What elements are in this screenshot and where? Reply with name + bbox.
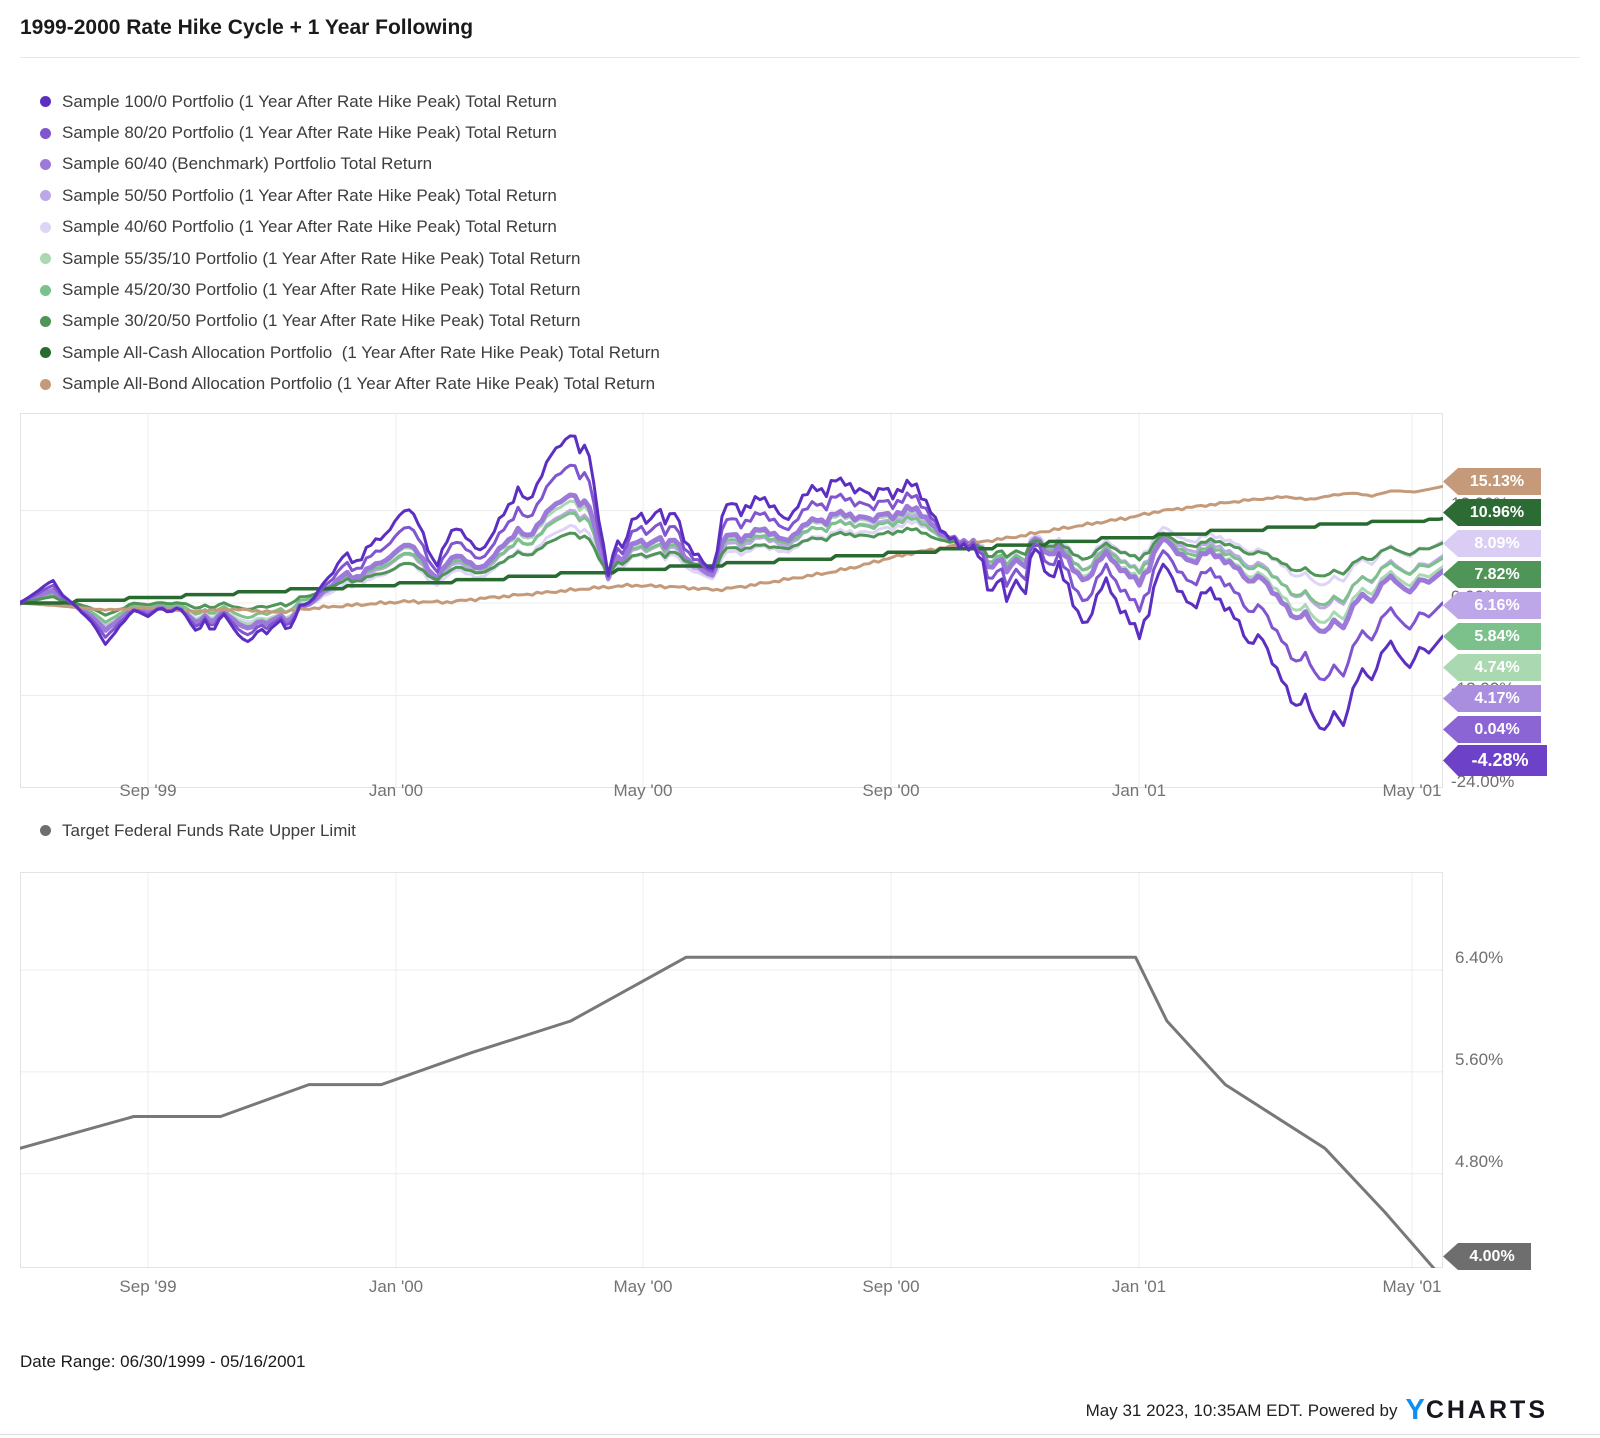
legend-dot-icon [40,190,51,202]
legend-dot-icon [40,253,51,265]
value-flag: 4.17% [1443,685,1541,712]
x-tick-label: Sep '00 [862,1277,920,1296]
legend-item-4[interactable]: Sample 40/60 Portfolio (1 Year After Rat… [40,212,660,243]
x-tick-label: Jan '00 [368,1277,424,1296]
value-flag: 7.82% [1443,561,1541,588]
value-flag: 4.74% [1443,654,1541,681]
value-flag: 8.09% [1443,530,1541,557]
value-flag: -4.28% [1443,745,1547,776]
y-tick-label: 5.60% [1455,1050,1504,1069]
legend-item-label: Sample 60/40 (Benchmark) Portfolio Total… [62,154,433,174]
x-tick-label: Jan '01 [1111,781,1167,800]
value-flag: 6.16% [1443,592,1541,619]
x-tick-label: May '01 [1382,781,1442,800]
legend-dot-icon [40,825,51,837]
legend-item-5[interactable]: Sample 55/35/10 Portfolio (1 Year After … [40,243,660,274]
legend-item-label: Sample 30/20/50 Portfolio (1 Year After … [62,311,581,331]
x-tick-label: Sep '99 [119,781,177,800]
legend-item-label: Sample 50/50 Portfolio (1 Year After Rat… [62,185,557,205]
legend-dot-icon [40,284,51,296]
value-flag: 10.96% [1443,499,1541,526]
value-flag: 15.13% [1443,468,1541,495]
page-title: 1999-2000 Rate Hike Cycle + 1 Year Follo… [20,16,474,39]
portfolio-returns-chart[interactable] [20,413,1443,788]
legend-dot-icon [40,158,51,170]
legend-dot-icon [40,378,51,390]
title-divider [20,57,1580,58]
legend-dot-icon [40,347,51,359]
legend-item-label: Sample All-Cash Allocation Portfolio (1 … [62,342,660,362]
ycharts-logo-y: Y [1405,1394,1425,1426]
legend-item-9[interactable]: Sample All-Bond Allocation Portfolio (1 … [40,369,660,400]
x-tick-label: Sep '99 [119,1277,177,1296]
legend-item-3[interactable]: Sample 50/50 Portfolio (1 Year After Rat… [40,180,660,211]
x-tick-label: Jan '00 [368,781,424,800]
x-tick-label: May '01 [1382,1277,1442,1296]
portfolio-legend: Sample 100/0 Portfolio (1 Year After Rat… [40,86,660,400]
legend-item-0[interactable]: Sample 100/0 Portfolio (1 Year After Rat… [40,86,660,117]
legend-dot-icon [40,221,51,233]
date-range-label: Date Range: 06/30/1999 - 05/16/2001 [20,1352,306,1371]
legend-item-6[interactable]: Sample 45/20/30 Portfolio (1 Year After … [40,274,660,305]
value-flag: 5.84% [1443,623,1541,650]
fed-rate-legend: Target Federal Funds Rate Upper Limit [40,815,356,846]
ycharts-logo-charts: CHARTS [1425,1396,1548,1424]
y-tick-label: 4.80% [1455,1152,1504,1171]
legend-item-8[interactable]: Sample All-Cash Allocation Portfolio (1 … [40,337,660,368]
legend-item-label: Sample 100/0 Portfolio (1 Year After Rat… [62,91,557,111]
legend-item-0[interactable]: Target Federal Funds Rate Upper Limit [40,815,356,846]
x-tick-label: Sep '00 [862,781,920,800]
legend-dot-icon [40,315,51,327]
fed-rate-line[interactable] [20,955,1440,1268]
bottom-divider [0,1434,1600,1435]
x-tick-label: May '00 [613,781,673,800]
value-flag: 0.04% [1443,716,1541,743]
timestamp: May 31 2023, 10:35AM EDT. Powered by [1085,1400,1398,1420]
legend-item-label: Target Federal Funds Rate Upper Limit [62,820,356,840]
legend-dot-icon [40,96,51,108]
series-line[interactable] [20,463,1443,682]
legend-item-label: Sample 45/20/30 Portfolio (1 Year After … [62,280,581,300]
value-flag: 4.00% [1443,1243,1531,1270]
legend-item-label: Sample 80/20 Portfolio (1 Year After Rat… [62,123,557,143]
ycharts-logo[interactable]: Y CHARTS [1405,1394,1548,1427]
x-tick-label: Jan '01 [1111,1277,1167,1296]
legend-item-7[interactable]: Sample 30/20/50 Portfolio (1 Year After … [40,306,660,337]
legend-item-label: Sample 40/60 Portfolio (1 Year After Rat… [62,217,557,237]
legend-item-2[interactable]: Sample 60/40 (Benchmark) Portfolio Total… [40,149,660,180]
ycharts-chart-page: 1999-2000 Rate Hike Cycle + 1 Year Follo… [0,0,1600,1438]
fed-funds-rate-chart[interactable] [20,872,1443,1268]
x-tick-label: May '00 [613,1277,673,1296]
legend-item-1[interactable]: Sample 80/20 Portfolio (1 Year After Rat… [40,117,660,148]
legend-item-label: Sample 55/35/10 Portfolio (1 Year After … [62,248,581,268]
legend-item-label: Sample All-Bond Allocation Portfolio (1 … [62,374,656,394]
y-tick-label: 6.40% [1455,948,1504,967]
footer: May 31 2023, 10:35AM EDT. Powered by Y C… [1086,1394,1548,1427]
legend-dot-icon [40,127,51,139]
